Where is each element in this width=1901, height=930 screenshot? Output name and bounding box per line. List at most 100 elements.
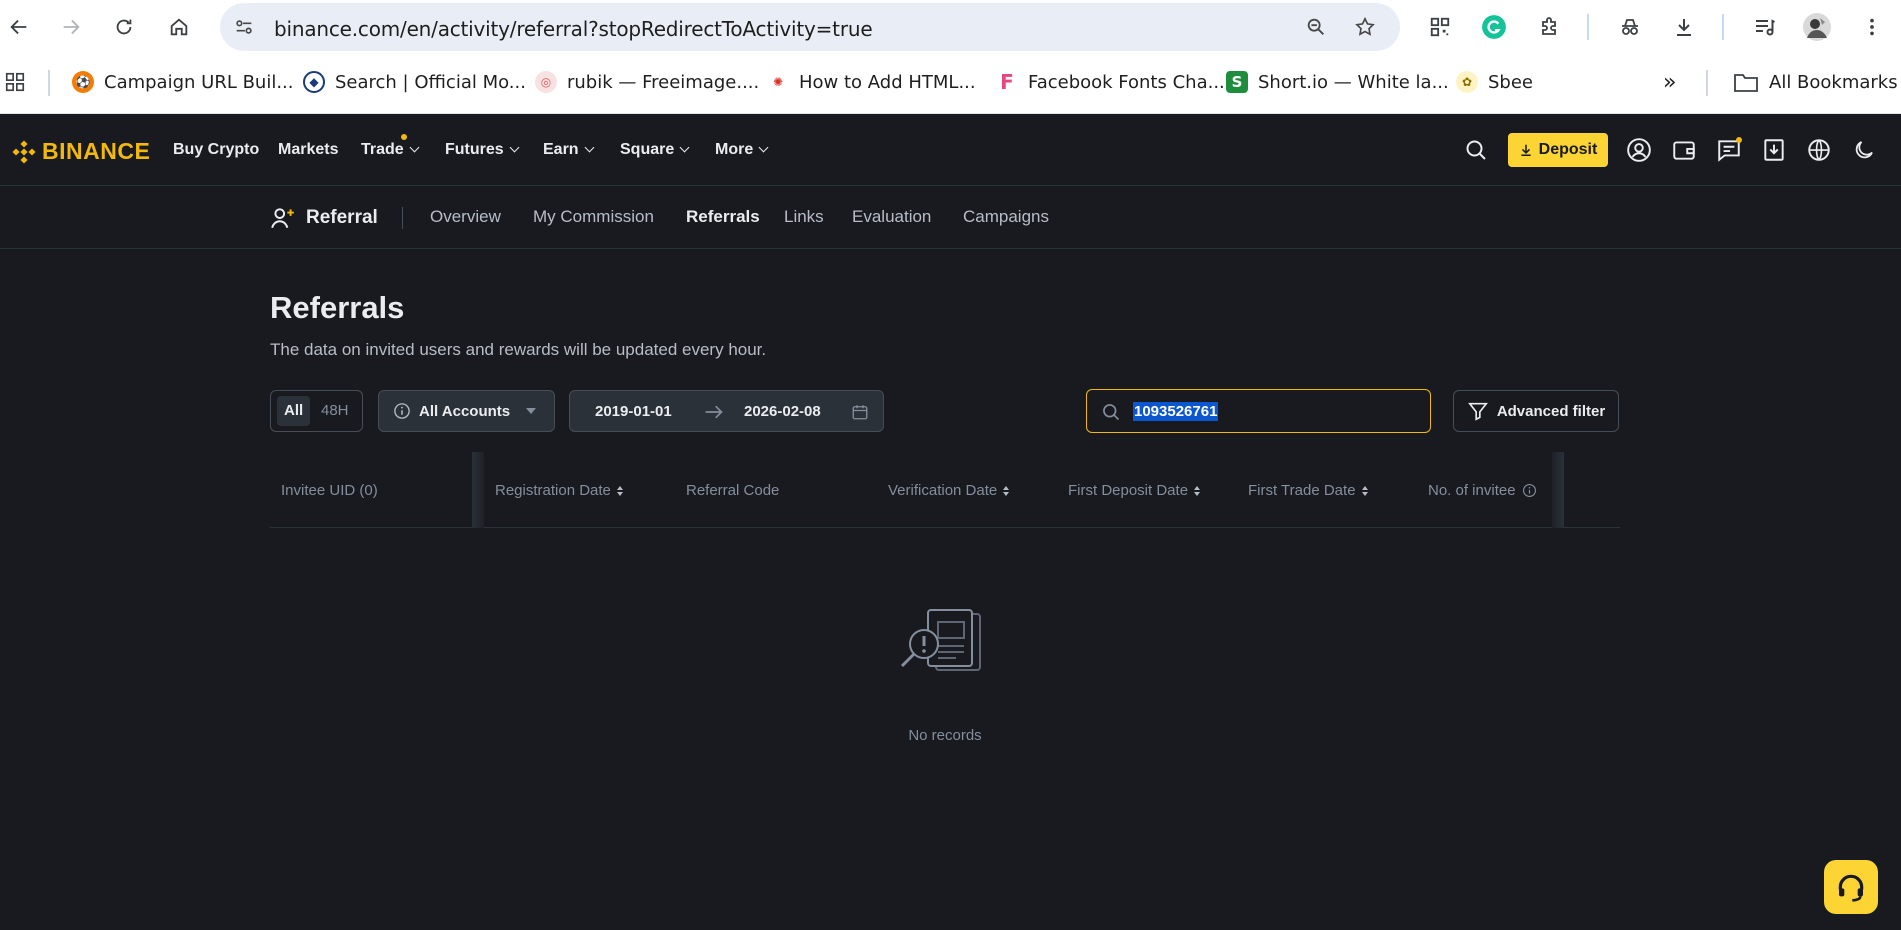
download-icon[interactable] (1669, 12, 1699, 42)
extension-spy-icon[interactable] (1615, 12, 1645, 42)
column-label: Registration Date (495, 482, 611, 499)
all-bookmarks-button[interactable]: All Bookmarks (1733, 68, 1898, 96)
chevron-down-icon (584, 142, 595, 153)
grammarly-icon[interactable] (1479, 12, 1509, 42)
sort-icon[interactable] (616, 485, 623, 496)
bookmark-short-io[interactable]: S Short.io — White la... (1226, 68, 1449, 96)
apps-grid-icon[interactable] (4, 68, 26, 96)
site-header: BINANCE Buy Crypto Markets Trade Futures… (0, 114, 1901, 186)
download-app-icon[interactable] (1760, 136, 1788, 164)
tab-referrals[interactable]: Referrals (686, 207, 760, 227)
range-all-tab[interactable]: All (277, 396, 311, 426)
media-control-icon[interactable] (1750, 12, 1780, 42)
binance-logo[interactable]: BINANCE (12, 138, 150, 165)
sort-icon[interactable] (1361, 485, 1368, 496)
download-arrow-icon (1520, 144, 1531, 157)
folder-icon (1734, 74, 1758, 92)
info-icon[interactable] (1522, 483, 1537, 498)
all-bookmarks-label: All Bookmarks (1769, 71, 1898, 93)
dark-mode-moon-icon[interactable] (1850, 136, 1878, 164)
profile-avatar-icon[interactable] (1802, 12, 1832, 42)
qr-code-icon[interactable] (1425, 12, 1455, 42)
range-48h-tab[interactable]: 48H (314, 396, 356, 426)
bookmark-facebook-fonts[interactable]: F Facebook Fonts Cha... (996, 68, 1225, 96)
sort-icon[interactable] (1194, 485, 1201, 496)
date-to[interactable]: 2026-02-08 (744, 403, 821, 420)
column-first-deposit-date[interactable]: First Deposit Date (1068, 482, 1201, 499)
referral-section-title[interactable]: Referral (270, 205, 378, 231)
bookmark-campaign-url[interactable]: ⚽ Campaign URL Buil... (72, 68, 294, 96)
bookmark-rubik[interactable]: ◎ rubik — Freeimage.... (535, 68, 759, 96)
search-icon[interactable] (1462, 136, 1490, 164)
account-icon[interactable] (1625, 136, 1653, 164)
bookmark-add-html[interactable]: ✺ How to Add HTML... (767, 68, 976, 96)
zoom-icon[interactable] (1304, 15, 1328, 39)
bookmark-label: How to Add HTML... (799, 71, 976, 93)
menu-buy-crypto[interactable]: Buy Crypto (173, 141, 259, 159)
support-chat-button[interactable] (1824, 860, 1878, 914)
reload-button[interactable] (107, 10, 141, 44)
column-label: Referral Code (686, 482, 780, 499)
menu-square[interactable]: Square (620, 141, 690, 159)
column-referral-code: Referral Code (686, 482, 779, 499)
arrow-left-icon (10, 19, 27, 35)
bookmark-sbee[interactable]: ✿ Sbee (1456, 68, 1533, 96)
bookmark-label: rubik — Freeimage.... (567, 71, 760, 93)
page-subtitle: The data on invited users and rewards wi… (270, 340, 767, 359)
address-bar[interactable]: binance.com/en/activity/referral?stopRed… (220, 3, 1400, 51)
soccer-ball-icon: ⚽ (72, 71, 94, 93)
kebab-menu-icon[interactable] (1857, 12, 1887, 42)
calendar-icon[interactable] (851, 403, 869, 421)
menu-futures[interactable]: Futures (445, 141, 520, 159)
tab-evaluation[interactable]: Evaluation (852, 207, 931, 227)
globe-language-icon[interactable] (1805, 136, 1833, 164)
referral-subnav: Referral Overview My Commission Referral… (0, 187, 1901, 249)
bookmark-label: Facebook Fonts Cha... (1028, 71, 1225, 93)
advanced-filter-button[interactable]: Advanced filter (1453, 390, 1619, 432)
image-host-icon: ◎ (535, 71, 557, 93)
search-input[interactable]: 1093526761 (1086, 389, 1431, 433)
browser-toolbar: binance.com/en/activity/referral?stopRed… (0, 0, 1901, 54)
binance-diamond-icon (12, 139, 36, 164)
wallet-icon[interactable] (1670, 136, 1698, 164)
menu-earn[interactable]: Earn (543, 141, 595, 159)
column-label: No. of invitee (1428, 482, 1516, 499)
chevron-down-icon (409, 142, 420, 153)
column-first-trade-date[interactable]: First Trade Date (1248, 482, 1368, 499)
date-from[interactable]: 2019-01-01 (595, 403, 672, 420)
referral-title-label: Referral (306, 207, 378, 228)
column-verification-date[interactable]: Verification Date (888, 482, 1010, 499)
tab-links[interactable]: Links (784, 207, 824, 227)
compass-icon: ◆ (303, 71, 325, 93)
home-button[interactable] (162, 10, 196, 44)
site-settings-icon[interactable] (232, 15, 256, 39)
bookmarks-divider (1706, 70, 1708, 96)
account-select-value: All Accounts (419, 402, 511, 420)
search-input-value: 1093526761 (1133, 402, 1219, 421)
menu-label: Futures (445, 141, 504, 158)
bookmarks-bar: ⚽ Campaign URL Buil... ◆ Search | Offici… (0, 54, 1901, 114)
bookmark-star-icon[interactable] (1353, 15, 1377, 39)
extensions-icon[interactable] (1534, 12, 1564, 42)
date-range-picker[interactable]: 2019-01-01 2026-02-08 (569, 390, 884, 432)
subnav-divider (402, 207, 403, 229)
deposit-label: Deposit (1538, 141, 1598, 158)
tab-campaigns[interactable]: Campaigns (963, 207, 1049, 227)
column-registration-date[interactable]: Registration Date (495, 482, 623, 499)
column-invitee-uid: Invitee UID (0) (281, 482, 378, 499)
tab-overview[interactable]: Overview (430, 207, 501, 227)
back-button[interactable] (2, 10, 36, 44)
time-range-toggle: All 48H (270, 390, 363, 432)
menu-label: Earn (543, 141, 579, 158)
bookmarks-overflow-button[interactable]: » (1663, 68, 1676, 96)
filter-funnel-icon (1467, 402, 1488, 421)
menu-markets[interactable]: Markets (278, 141, 338, 159)
menu-more[interactable]: More (715, 141, 769, 159)
account-select[interactable]: All Accounts (378, 390, 555, 432)
menu-trade[interactable]: Trade (361, 141, 420, 159)
bookmark-search-official[interactable]: ◆ Search | Official Mo... (303, 68, 526, 96)
deposit-button[interactable]: Deposit (1508, 133, 1608, 167)
tab-my-commission[interactable]: My Commission (533, 207, 654, 227)
forward-button[interactable] (54, 10, 88, 44)
sort-icon[interactable] (1003, 485, 1010, 496)
